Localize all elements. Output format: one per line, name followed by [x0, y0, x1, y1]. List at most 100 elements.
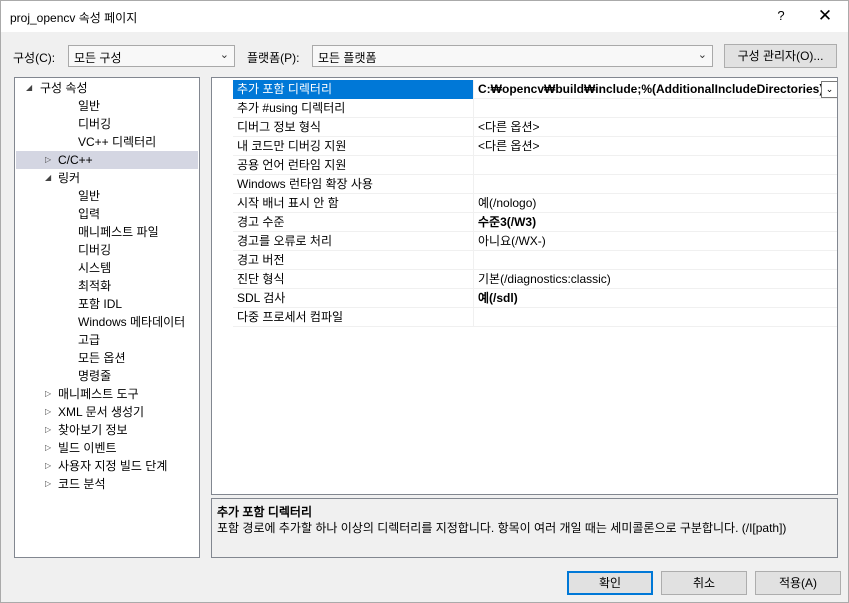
property-value[interactable]: C:₩opencv₩build₩include;%(AdditionalIncl…: [475, 80, 837, 99]
ok-button[interactable]: 확인: [567, 571, 653, 595]
tree-item-label: 사용자 지정 빌드 단계: [58, 459, 168, 473]
config-manager-button[interactable]: 구성 관리자(O)...: [724, 44, 837, 68]
property-name: 경고 수준: [233, 213, 474, 232]
property-name: 시작 배너 표시 안 함: [233, 194, 474, 213]
tree-item[interactable]: ▷ XML 문서 생성기: [16, 403, 198, 421]
tree-item[interactable]: ▷ C/C++: [16, 151, 198, 169]
title-bar: proj_opencv 속성 페이지 ? ✕: [1, 1, 848, 32]
tree-item[interactable]: 시스템: [16, 259, 198, 277]
tree-item-label: VC++ 디렉터리: [78, 135, 157, 149]
property-name: 추가 #using 디렉터리: [233, 99, 474, 118]
tree-item[interactable]: 일반: [16, 187, 198, 205]
property-name: 내 코드만 디버깅 지원: [233, 137, 474, 156]
tree-item-label: 매니페스트 파일: [78, 225, 159, 239]
tree-item[interactable]: ◢ 구성 속성: [16, 79, 198, 97]
property-value[interactable]: 기본(/diagnostics:classic): [475, 270, 837, 289]
property-name: SDL 검사: [233, 289, 474, 308]
property-value[interactable]: 예(/nologo): [475, 194, 837, 213]
expand-icon[interactable]: ▷: [45, 421, 51, 439]
property-value[interactable]: 아니요(/WX-): [475, 232, 837, 251]
tree-item[interactable]: ▷ 코드 분석: [16, 475, 198, 493]
property-value[interactable]: 예(/sdl): [475, 289, 837, 308]
property-name: 추가 포함 디렉터리: [233, 80, 474, 99]
property-value[interactable]: [475, 308, 837, 327]
property-name: 경고 버전: [233, 251, 474, 270]
tree-item[interactable]: 디버깅: [16, 115, 198, 133]
tree-item-label: 일반: [78, 99, 101, 113]
tree-item[interactable]: 모든 옵션: [16, 349, 198, 367]
property-value[interactable]: <다른 옵션>: [475, 137, 837, 156]
property-row[interactable]: 공용 언어 런타임 지원: [233, 156, 837, 175]
tree-item[interactable]: 포함 IDL: [16, 295, 198, 313]
platform-select[interactable]: 모든 플랫폼 ⌄: [312, 45, 713, 67]
chevron-down-icon[interactable]: ⌄: [821, 81, 837, 98]
expand-icon[interactable]: ▷: [45, 151, 51, 169]
property-row[interactable]: SDL 검사 예(/sdl): [233, 289, 837, 308]
tree-item[interactable]: ▷ 사용자 지정 빌드 단계: [16, 457, 198, 475]
tree-item[interactable]: VC++ 디렉터리: [16, 133, 198, 151]
expand-icon[interactable]: ▷: [45, 457, 51, 475]
collapse-icon[interactable]: ◢: [45, 169, 51, 187]
tree-item-label: 시스템: [78, 261, 112, 275]
tree-item[interactable]: 최적화: [16, 277, 198, 295]
expand-icon[interactable]: ▷: [45, 403, 51, 421]
tree-item-label: 모든 옵션: [78, 351, 126, 365]
property-value[interactable]: [475, 156, 837, 175]
property-row[interactable]: 추가 #using 디렉터리: [233, 99, 837, 118]
tree-item[interactable]: 디버깅: [16, 241, 198, 259]
tree-item-label: 포함 IDL: [78, 297, 123, 311]
property-row[interactable]: 시작 배너 표시 안 함 예(/nologo): [233, 194, 837, 213]
tree-item-label: 매니페스트 도구: [58, 387, 139, 401]
property-row[interactable]: 경고 버전: [233, 251, 837, 270]
platform-label: 플랫폼(P):: [247, 51, 300, 65]
tree-item[interactable]: 고급: [16, 331, 198, 349]
tree-item-label: C/C++: [58, 153, 93, 167]
tree-item[interactable]: 명령줄: [16, 367, 198, 385]
tree-item[interactable]: ▷ 빌드 이벤트: [16, 439, 198, 457]
tree-item[interactable]: 입력: [16, 205, 198, 223]
property-row[interactable]: 내 코드만 디버깅 지원 <다른 옵션>: [233, 137, 837, 156]
chevron-down-icon: ⌄: [697, 49, 707, 61]
property-row[interactable]: 경고를 오류로 처리 아니요(/WX-): [233, 232, 837, 251]
tree-item[interactable]: ▷ 매니페스트 도구: [16, 385, 198, 403]
help-icon[interactable]: ?: [771, 6, 791, 26]
close-icon[interactable]: ✕: [813, 6, 837, 26]
tree-item-label: 입력: [78, 207, 101, 221]
tree-item[interactable]: ▷ 찾아보기 정보: [16, 421, 198, 439]
expand-icon[interactable]: ▷: [45, 385, 51, 403]
property-row[interactable]: 다중 프로세서 컴파일: [233, 308, 837, 327]
tree-item-label: 링커: [58, 171, 81, 185]
expand-icon[interactable]: ▷: [45, 475, 51, 493]
settings-tree[interactable]: ◢ 구성 속성 일반 디버깅 VC++ 디렉터리 ▷ C/C++ ◢ 링커 일반 입력 매니페스트 파…: [14, 77, 200, 558]
property-grid[interactable]: 추가 포함 디렉터리 C:₩opencv₩build₩include;%(Addi…: [211, 77, 838, 495]
tree-item-label: 디버깅: [78, 117, 112, 131]
property-value[interactable]: 수준3(/W3): [475, 213, 837, 232]
cancel-button[interactable]: 취소: [661, 571, 747, 595]
window-title: proj_opencv 속성 페이지: [10, 11, 138, 25]
property-row[interactable]: Windows 런타임 확장 사용: [233, 175, 837, 194]
property-value[interactable]: <다른 옵션>: [475, 118, 837, 137]
tree-item[interactable]: Windows 메타데이터: [16, 313, 198, 331]
property-name: Windows 런타임 확장 사용: [233, 175, 474, 194]
property-row[interactable]: 추가 포함 디렉터리 C:₩opencv₩build₩include;%(Addi…: [233, 80, 837, 99]
grid-gutter: [212, 78, 233, 494]
tree-item-label: 디버깅: [78, 243, 112, 257]
property-value[interactable]: [475, 99, 837, 118]
property-row[interactable]: 진단 형식 기본(/diagnostics:classic): [233, 270, 837, 289]
apply-button[interactable]: 적용(A): [755, 571, 841, 595]
collapse-icon[interactable]: ◢: [26, 79, 32, 97]
property-value[interactable]: [475, 175, 837, 194]
property-value[interactable]: [475, 251, 837, 270]
config-select[interactable]: 모든 구성 ⌄: [68, 45, 235, 67]
property-row[interactable]: 경고 수준 수준3(/W3): [233, 213, 837, 232]
property-name: 다중 프로세서 컴파일: [233, 308, 474, 327]
tree-item[interactable]: ◢ 링커: [16, 169, 198, 187]
tree-item[interactable]: 일반: [16, 97, 198, 115]
description-title: 추가 포함 디렉터리: [217, 505, 312, 519]
property-row[interactable]: 디버그 정보 형식 <다른 옵션>: [233, 118, 837, 137]
expand-icon[interactable]: ▷: [45, 439, 51, 457]
config-select-value: 모든 구성: [74, 51, 122, 65]
tree-item[interactable]: 매니페스트 파일: [16, 223, 198, 241]
tree-item-label: 고급: [78, 333, 101, 347]
tree-item-label: 코드 분석: [58, 477, 106, 491]
